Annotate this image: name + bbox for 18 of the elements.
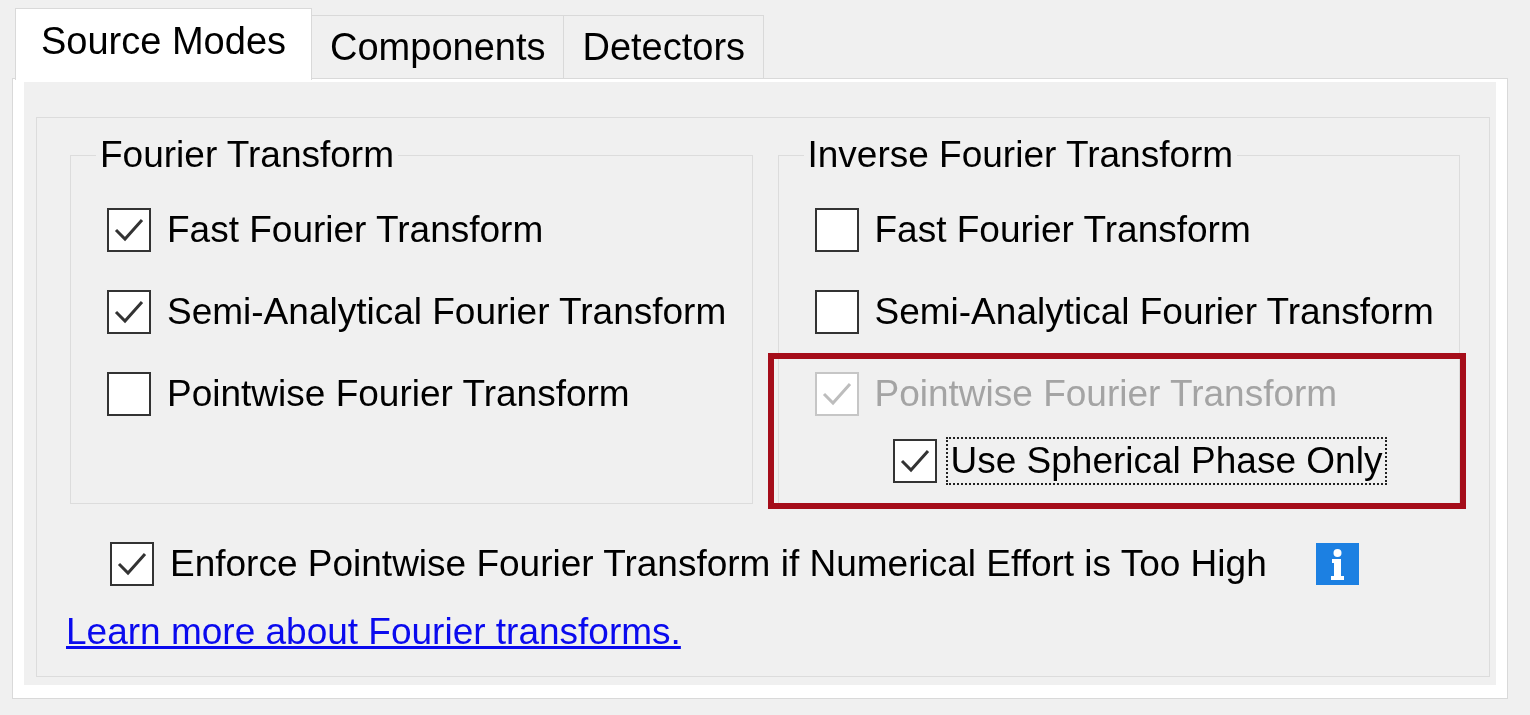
tab[interactable]: Source Modes <box>15 8 312 80</box>
group-title: Inverse Fourier Transform <box>806 133 1235 177</box>
checkbox[interactable] <box>110 542 154 586</box>
checkbox-label[interactable]: Fast Fourier Transform <box>167 208 544 252</box>
checkbox-label[interactable]: Fast Fourier Transform <box>874 208 1251 252</box>
checkbox[interactable] <box>107 372 151 416</box>
checkbox[interactable] <box>814 290 859 334</box>
checkbox-label[interactable]: Pointwise Fourier Transform <box>167 372 630 416</box>
group-title: Fourier Transform <box>99 133 395 177</box>
checkbox[interactable] <box>107 208 151 252</box>
tab[interactable]: Detectors <box>563 15 765 78</box>
info-icon[interactable] <box>1315 543 1359 585</box>
checkbox-label[interactable]: Enforce Pointwise Fourier Transform if Numerical Effort is Too High <box>170 542 1267 586</box>
checkbox-label[interactable]: Semi-Analytical Fourier Transform <box>874 290 1434 334</box>
checkbox[interactable] <box>107 290 151 334</box>
checkbox[interactable] <box>814 208 859 252</box>
checkbox-label[interactable]: Semi-Analytical Fourier Transform <box>167 290 727 334</box>
help-link[interactable]: Learn more about Fourier transforms. <box>66 610 681 654</box>
